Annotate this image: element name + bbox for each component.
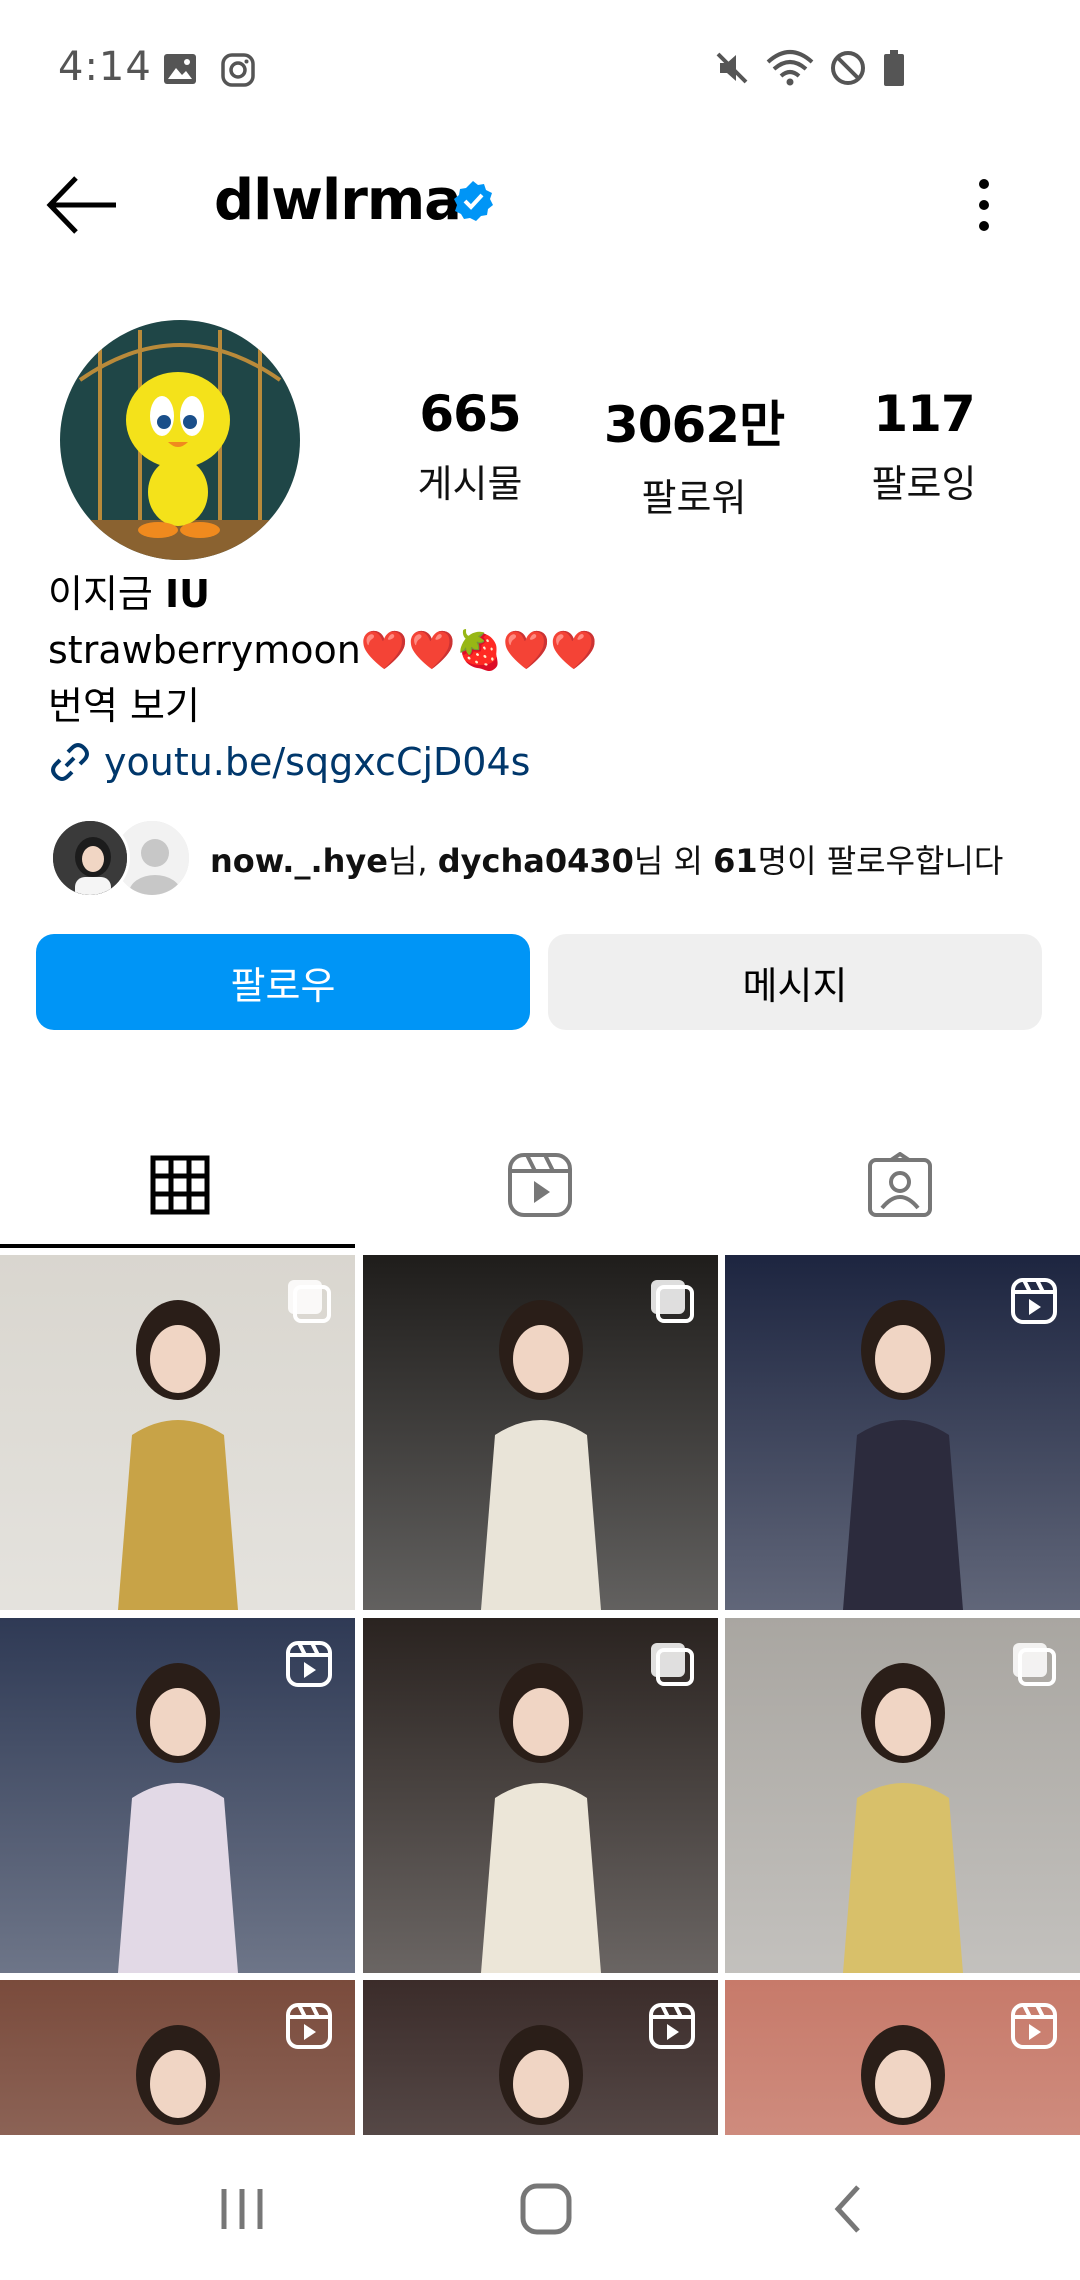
profile-link[interactable]: youtu.be/sqgxcCjD04s (48, 740, 530, 784)
followed-by[interactable]: now._.hye님, dycha0430님 외 61명이 팔로우합니다 (50, 818, 1050, 898)
post-thumbnail[interactable] (725, 1980, 1080, 2135)
follower-username: now._.hye (210, 842, 388, 880)
grid-icon (150, 1155, 210, 1215)
reel-badge-icon (1011, 1278, 1057, 1324)
bio-text: strawberrymoon❤️❤️🍓❤️❤️ (48, 628, 598, 672)
profile-name-prefix: 이지금 (48, 572, 153, 616)
carousel-badge-icon (650, 1280, 694, 1323)
stat-value: 3062만 (603, 396, 785, 454)
gallery-icon (164, 54, 196, 84)
followed-by-text: now._.hye님, dycha0430님 외 61명이 팔로우합니다 (210, 836, 1003, 882)
active-tab-indicator (0, 1244, 355, 1248)
instagram-icon (221, 53, 255, 87)
tab-posts[interactable] (0, 1120, 360, 1250)
recent-apps-icon[interactable] (212, 2179, 272, 2239)
post-thumbnail[interactable] (0, 1617, 355, 1973)
home-icon[interactable] (516, 2179, 576, 2239)
post-thumbnail[interactable] (362, 1980, 718, 2135)
profile-tabs (0, 1120, 1080, 1250)
reel-badge-icon (648, 2003, 695, 2049)
system-nav-bar (0, 2135, 1080, 2280)
message-button[interactable]: 메시지 (548, 934, 1042, 1030)
carousel-badge-icon (650, 1642, 694, 1686)
profile-link-text[interactable]: youtu.be/sqgxcCjD04s (104, 740, 530, 784)
page-title: dlwlrma (214, 168, 462, 233)
post-grid (0, 1255, 1080, 2135)
translate-link[interactable]: 번역 보기 (48, 678, 597, 734)
back-nav-icon[interactable] (820, 2179, 880, 2239)
stat-label: 팔로워 (641, 476, 747, 520)
tab-tagged[interactable] (720, 1120, 1080, 1250)
verified-badge-icon (454, 181, 493, 221)
posts-count[interactable]: 665 게시물 (370, 385, 570, 508)
followed-by-sep: 님, (387, 842, 438, 880)
follower-avatar (50, 818, 130, 898)
reel-badge-icon (286, 1640, 332, 1687)
post-thumbnail[interactable] (0, 1255, 355, 1610)
profile-name: 이지금 IU (48, 566, 597, 622)
post-thumbnail[interactable] (725, 1617, 1080, 1973)
stat-label: 팔로잉 (871, 462, 977, 506)
followers-count[interactable]: 3062만 팔로워 (594, 385, 794, 522)
wifi-icon (766, 50, 814, 86)
stat-value: 665 (419, 385, 521, 443)
stat-label: 게시물 (417, 462, 523, 506)
profile-name-suffix: IU (164, 572, 210, 616)
post-thumbnail[interactable] (0, 1980, 355, 2135)
profile-bio: 이지금 IU strawberrymoon❤️❤️🍓❤️❤️ 번역 보기 (48, 566, 597, 734)
following-count[interactable]: 117 팔로잉 (824, 385, 1024, 508)
profile-avatar[interactable] (60, 320, 300, 560)
follow-button[interactable]: 팔로우 (36, 934, 530, 1030)
post-thumbnail[interactable] (362, 1255, 718, 1610)
dnd-icon (831, 51, 865, 85)
tagged-icon (868, 1152, 932, 1217)
reel-badge-icon (286, 2003, 332, 2049)
post-thumbnail[interactable] (725, 1255, 1080, 1610)
reels-icon (508, 1153, 572, 1217)
stat-value: 117 (873, 385, 975, 443)
profile-header: dlwlrma (0, 150, 1080, 260)
tab-reels[interactable] (360, 1120, 720, 1250)
status-bar: 4:14 (0, 0, 1080, 140)
more-options-icon[interactable] (966, 172, 1002, 238)
status-time: 4:14 (58, 44, 152, 90)
post-thumbnail[interactable] (362, 1617, 718, 1973)
back-arrow-icon[interactable] (44, 172, 120, 238)
reel-badge-icon (1011, 2003, 1057, 2049)
carousel-badge-icon (1013, 1642, 1056, 1686)
link-icon (51, 743, 89, 781)
mute-icon (716, 52, 748, 84)
followed-by-suffix: 명이 팔로우합니다 (757, 842, 1004, 880)
followed-by-sep: 님 외 (633, 842, 714, 880)
follower-count: 61 (713, 842, 758, 880)
follower-username: dycha0430 (437, 842, 634, 880)
carousel-badge-icon (288, 1280, 331, 1323)
battery-icon (884, 50, 904, 86)
